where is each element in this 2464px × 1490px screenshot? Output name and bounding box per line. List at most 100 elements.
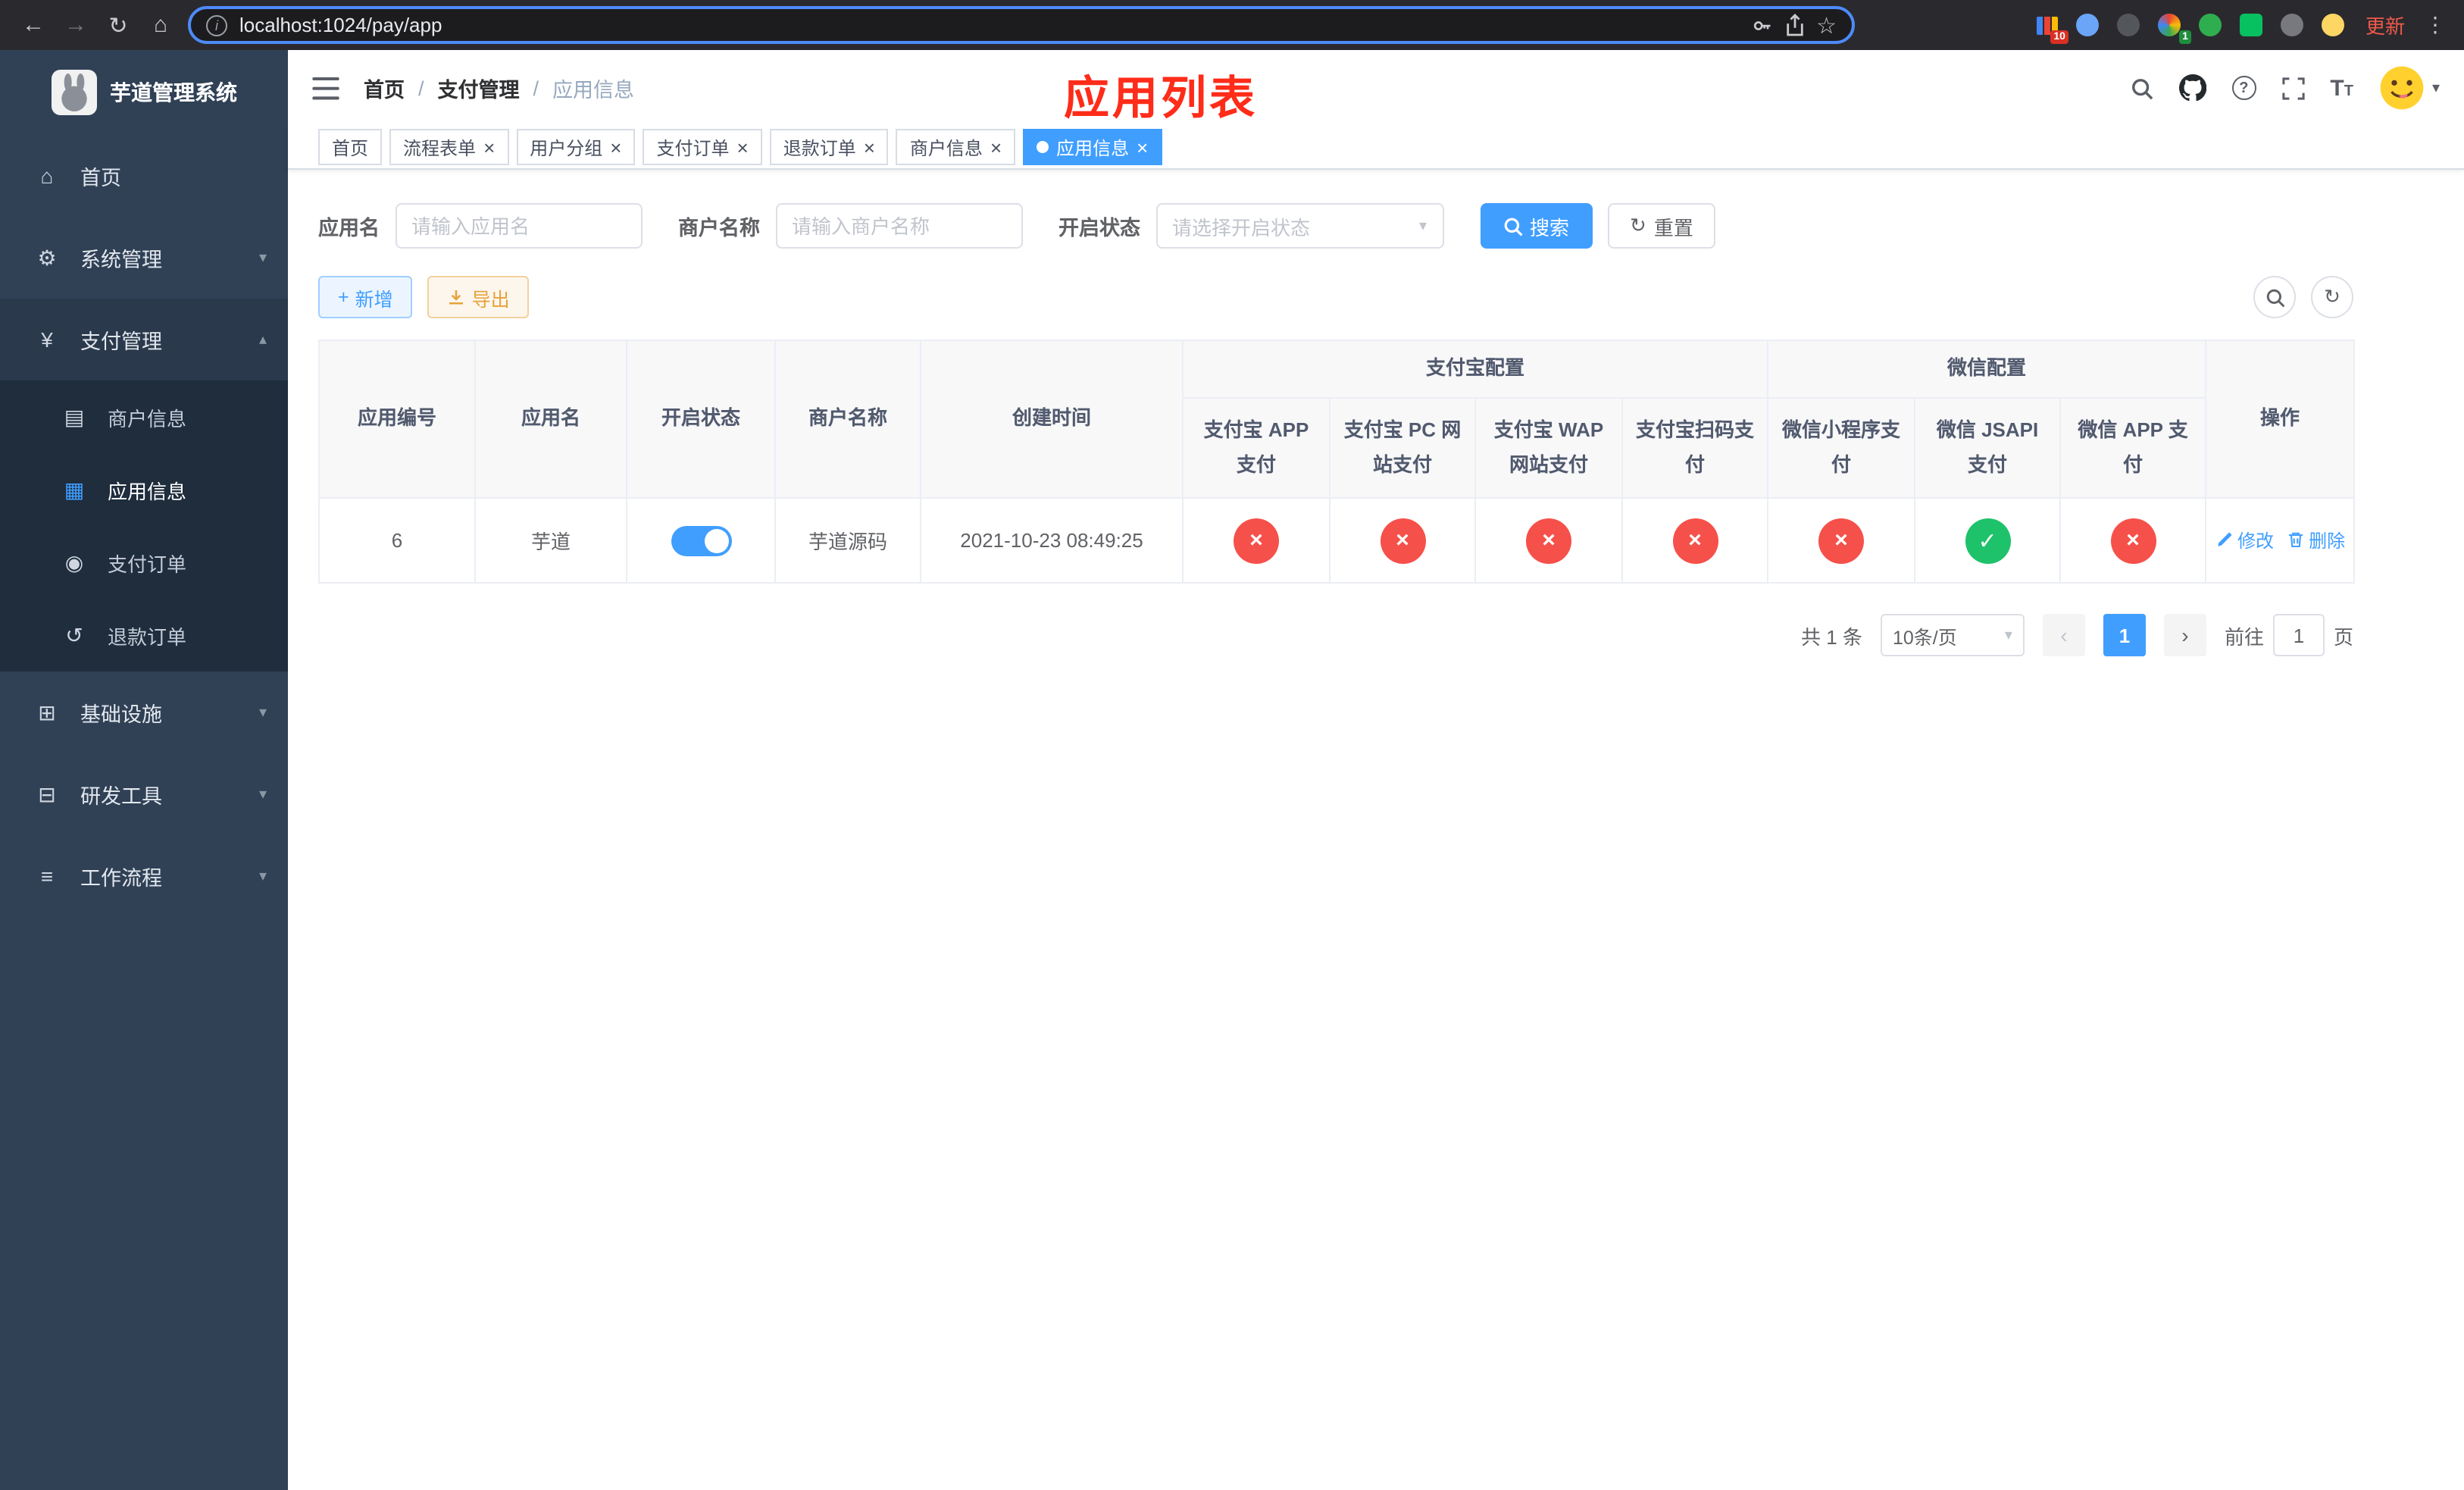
extension-green-circle-icon[interactable] bbox=[2199, 13, 2223, 37]
browser-home-button[interactable]: ⌂ bbox=[139, 4, 182, 46]
toggle-search-button[interactable] bbox=[2253, 276, 2296, 318]
address-bar[interactable]: i localhost:1024/pay/app ☆ bbox=[188, 6, 1855, 44]
cell-config: × bbox=[1621, 497, 1769, 584]
add-button[interactable]: + 新增 bbox=[318, 276, 413, 318]
browser-menu-icon[interactable]: ⋮ bbox=[2425, 12, 2446, 38]
cell-app-id: 6 bbox=[318, 497, 476, 584]
back-icon: ← bbox=[22, 12, 45, 38]
breadcrumb-payment[interactable]: 支付管理 bbox=[438, 73, 520, 103]
close-tab-icon[interactable]: × bbox=[737, 137, 749, 157]
share-icon[interactable] bbox=[1784, 14, 1804, 36]
merchant-name-input[interactable] bbox=[775, 203, 1022, 249]
search-button[interactable]: 搜索 bbox=[1480, 203, 1593, 249]
extension-stats-icon[interactable]: 10 bbox=[2035, 13, 2068, 43]
sidebar-item-label: 基础设施 bbox=[80, 703, 162, 726]
close-tab-icon[interactable]: × bbox=[1137, 137, 1148, 157]
extension-wechat-devtools-icon[interactable] bbox=[2240, 13, 2264, 37]
help-icon[interactable]: ? bbox=[2231, 76, 2256, 100]
extension-emoji-icon[interactable] bbox=[2322, 13, 2346, 37]
sidebar-item-infrastructure[interactable]: ⊞ 基础设施 ▾ bbox=[0, 671, 288, 753]
sidebar-item-workflow[interactable]: ≡ 工作流程 ▾ bbox=[0, 835, 288, 917]
avatar bbox=[2380, 66, 2424, 110]
main-area: 首页 / 支付管理 / 应用信息 应用列表 ? T T ▾ 首页 流程表单 × … bbox=[288, 50, 2464, 1490]
close-tab-icon[interactable]: × bbox=[483, 137, 495, 157]
status-toggle[interactable] bbox=[671, 525, 731, 556]
active-dot bbox=[1037, 141, 1049, 153]
extension-dark-icon[interactable] bbox=[2117, 13, 2141, 37]
tab-process-form[interactable]: 流程表单 × bbox=[389, 129, 509, 165]
app-name-input[interactable] bbox=[395, 203, 642, 249]
goto-page-input[interactable] bbox=[2272, 614, 2325, 656]
delete-button[interactable]: 删除 bbox=[2286, 527, 2345, 553]
pagination: 共 1 条 10条/页 ▾ ‹ 1 › 前往 页 bbox=[318, 614, 2353, 656]
sidebar-item-label: 支付管理 bbox=[80, 330, 162, 353]
pencil-icon bbox=[2217, 532, 2231, 547]
prev-page-button[interactable]: ‹ bbox=[2042, 614, 2085, 656]
app-logo[interactable]: 芋道管理系统 bbox=[0, 50, 288, 135]
cell-created: 2021-10-23 08:49:25 bbox=[920, 497, 1184, 584]
sidebar-item-merchant-info[interactable]: ▤ 商户信息 bbox=[0, 380, 288, 453]
extension-blue-icon[interactable] bbox=[2076, 13, 2100, 37]
tab-merchant-info[interactable]: 商户信息 × bbox=[896, 129, 1016, 165]
browser-update-button[interactable]: 更新 bbox=[2366, 11, 2405, 39]
caret-down-icon: ▾ bbox=[2431, 80, 2440, 96]
extension-pin-icon[interactable] bbox=[2281, 13, 2305, 37]
user-avatar-menu[interactable]: ▾ bbox=[2379, 65, 2440, 111]
url-text[interactable]: localhost:1024/pay/app bbox=[239, 14, 442, 36]
sidebar-item-home[interactable]: ⌂ 首页 bbox=[0, 135, 288, 217]
fullscreen-icon[interactable] bbox=[2281, 77, 2304, 99]
tab-home[interactable]: 首页 bbox=[318, 129, 383, 165]
search-icon[interactable] bbox=[2130, 77, 2153, 99]
trash-icon bbox=[2288, 533, 2303, 548]
close-tab-icon[interactable]: × bbox=[610, 137, 621, 157]
col-alipay-wap: 支付宝 WAP 网站支付 bbox=[1474, 397, 1623, 499]
export-button[interactable]: 导出 bbox=[427, 276, 530, 318]
sidebar-item-app-info[interactable]: ▦ 应用信息 bbox=[0, 453, 288, 526]
font-size-icon[interactable]: TT bbox=[2330, 77, 2353, 99]
browser-forward-button[interactable]: → bbox=[55, 4, 97, 46]
extension-badge: 10 bbox=[2050, 30, 2068, 43]
bookmark-star-icon[interactable]: ☆ bbox=[1816, 11, 1837, 39]
sidebar-toggle-icon[interactable] bbox=[312, 77, 339, 99]
browser-reload-button[interactable]: ↻ bbox=[97, 4, 139, 46]
password-key-icon[interactable] bbox=[1751, 14, 1772, 36]
tab-refund-order[interactable]: 退款订单 × bbox=[769, 129, 889, 165]
reset-button[interactable]: ↻ 重置 bbox=[1607, 203, 1716, 249]
apps-table-wrap: 应用编号 应用名 开启状态 商户名称 创建时间 支付宝配置 微信配置 操作 支付… bbox=[318, 340, 2356, 584]
chevron-left-icon: ‹ bbox=[2060, 623, 2068, 647]
site-info-icon[interactable]: i bbox=[206, 14, 227, 36]
sidebar-item-payment[interactable]: ¥ 支付管理 ▴ bbox=[0, 299, 288, 380]
breadcrumb-home[interactable]: 首页 bbox=[364, 73, 405, 103]
tab-label: 支付订单 bbox=[656, 137, 730, 158]
chevron-down-icon: ▾ bbox=[258, 786, 267, 803]
breadcrumb-separator: / bbox=[533, 77, 539, 99]
refresh-table-button[interactable]: ↻ bbox=[2311, 276, 2353, 318]
cell-config: × bbox=[1474, 497, 1623, 584]
sidebar-item-refund-order[interactable]: ↺ 退款订单 bbox=[0, 599, 288, 671]
close-tab-icon[interactable]: × bbox=[864, 137, 875, 157]
yellow-circle-glyph bbox=[2322, 14, 2345, 36]
tab-pay-order[interactable]: 支付订单 × bbox=[643, 129, 762, 165]
config-status-icon: × bbox=[1672, 518, 1718, 563]
browser-back-button[interactable]: ← bbox=[12, 4, 55, 46]
github-icon[interactable] bbox=[2178, 74, 2206, 102]
next-page-button[interactable]: › bbox=[2163, 614, 2206, 656]
edit-button[interactable]: 修改 bbox=[2215, 527, 2274, 553]
edit-label: 修改 bbox=[2237, 530, 2275, 552]
font-size-glyph: T bbox=[2344, 83, 2353, 99]
sidebar-item-pay-order[interactable]: ◉ 支付订单 bbox=[0, 526, 288, 599]
page-1-button[interactable]: 1 bbox=[2103, 614, 2146, 656]
sidebar-item-system[interactable]: ⚙ 系统管理 ▾ bbox=[0, 217, 288, 299]
page-number: 1 bbox=[2118, 624, 2131, 646]
tab-app-info[interactable]: 应用信息 × bbox=[1023, 129, 1162, 165]
navbar-actions: ? TT ▾ bbox=[2130, 65, 2440, 111]
yen-icon: ¥ bbox=[41, 327, 53, 352]
tab-user-group[interactable]: 用户分组 × bbox=[516, 129, 636, 165]
extension-colorful-icon[interactable]: 1 bbox=[2158, 13, 2191, 43]
close-tab-icon[interactable]: × bbox=[990, 137, 1002, 157]
sidebar-menu: ⌂ 首页 ⚙ 系统管理 ▾ ¥ 支付管理 ▴ ▤ 商户信息 ▦ 应用信息 ◉ 支… bbox=[0, 135, 288, 917]
sidebar-item-dev-tools[interactable]: ⊟ 研发工具 ▾ bbox=[0, 753, 288, 835]
page-size-select[interactable]: 10条/页 ▾ bbox=[1880, 614, 2025, 656]
status-select[interactable]: 请选择开启状态 ▾ bbox=[1155, 203, 1443, 249]
reset-button-label: 重置 bbox=[1653, 216, 1693, 239]
